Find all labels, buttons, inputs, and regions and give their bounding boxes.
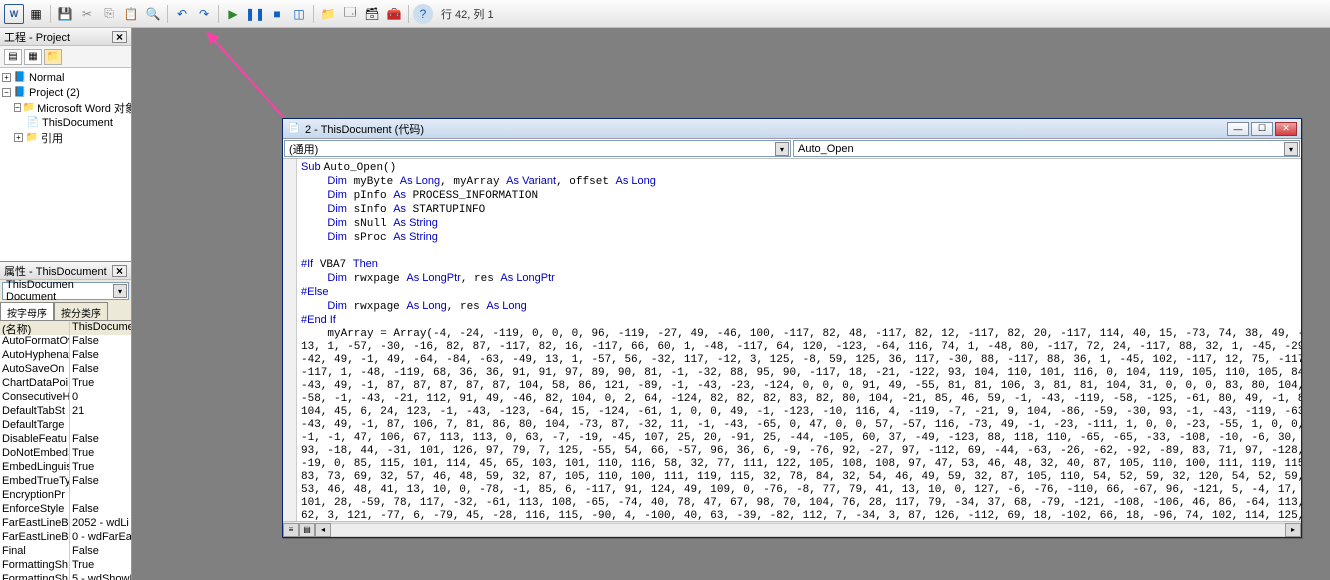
view-icon[interactable]: ▦ <box>26 4 46 24</box>
object-browser-icon[interactable]: 🗃 <box>362 4 382 24</box>
tree-references[interactable]: +📁引用 <box>0 130 131 145</box>
mdi-area: 📄 2 - ThisDocument (代码) — ☐ ✕ (通用)▾ Auto… <box>132 28 1330 580</box>
properties-pane: 属性 - ThisDocument × ThisDocumen Document… <box>0 262 131 580</box>
pause-icon[interactable]: ❚❚ <box>245 4 265 24</box>
tree-normal[interactable]: +📘Normal <box>0 70 131 85</box>
tree-thisdocument[interactable]: 📄ThisDocument <box>0 115 131 130</box>
project-pane-label: 工程 - Project <box>4 29 70 45</box>
cursor-position: 行 42, 列 1 <box>441 6 494 22</box>
property-row[interactable]: DoNotEmbedSyTrue <box>0 447 131 461</box>
close-button[interactable]: ✕ <box>1275 122 1297 136</box>
code-combos: (通用)▾ Auto_Open▾ <box>283 139 1301 159</box>
property-row[interactable]: FinalFalse <box>0 545 131 559</box>
view-full-icon[interactable]: ≡ <box>283 523 299 537</box>
project-pane-tools: ▤ ▦ 📁 <box>0 46 131 68</box>
property-row[interactable]: FarEastLineB0 - wdFarEa <box>0 531 131 545</box>
property-row[interactable]: EncryptionPr <box>0 489 131 503</box>
view-proc-icon[interactable]: ▤ <box>299 523 315 537</box>
redo-icon[interactable]: ↷ <box>194 4 214 24</box>
properties-icon[interactable]: 🗔 <box>340 4 360 24</box>
property-row[interactable]: ChartDataPoiTrue <box>0 377 131 391</box>
property-row[interactable]: AutoFormatOvFalse <box>0 335 131 349</box>
code-window-titlebar[interactable]: 📄 2 - ThisDocument (代码) — ☐ ✕ <box>283 119 1301 139</box>
property-row[interactable]: AutoHyphenatFalse <box>0 349 131 363</box>
procedure-combo[interactable]: Auto_Open▾ <box>793 140 1300 157</box>
property-row[interactable]: EmbedTrueTypFalse <box>0 475 131 489</box>
project-pane-close[interactable]: × <box>112 31 127 43</box>
properties-object-combo[interactable]: ThisDocumen Document ▾ <box>2 282 129 300</box>
property-row[interactable]: EnforceStyleFalse <box>0 503 131 517</box>
project-pane-title: 工程 - Project × <box>0 28 131 46</box>
find-icon[interactable]: 🔍 <box>143 4 163 24</box>
module-icon: 📄 <box>287 122 301 136</box>
tab-categorized[interactable]: 按分类序 <box>54 302 108 320</box>
folder-icon[interactable]: 📁 <box>44 49 62 65</box>
chevron-down-icon[interactable]: ▾ <box>775 142 789 156</box>
project-explorer-icon[interactable]: 📁 <box>318 4 338 24</box>
code-editor[interactable]: Sub Auto_Open() Dim myByte As Long, myAr… <box>297 159 1301 521</box>
code-margin <box>283 159 297 521</box>
chevron-down-icon[interactable]: ▾ <box>1284 142 1298 156</box>
view-code-icon[interactable]: ▤ <box>4 49 22 65</box>
properties-pane-close[interactable]: × <box>112 265 127 277</box>
scroll-left-icon[interactable]: ◂ <box>315 523 331 537</box>
cut-icon[interactable]: ✂ <box>77 4 97 24</box>
code-window: 📄 2 - ThisDocument (代码) — ☐ ✕ (通用)▾ Auto… <box>282 118 1302 538</box>
tree-project2[interactable]: −📘Project (2) <box>0 85 131 100</box>
scroll-right-icon[interactable]: ▸ <box>1285 523 1301 537</box>
view-object-icon[interactable]: ▦ <box>24 49 42 65</box>
property-row[interactable]: AutoSaveOnFalse <box>0 363 131 377</box>
tree-word-objects[interactable]: −📁Microsoft Word 对象 <box>0 100 131 115</box>
copy-icon[interactable]: ⎘ <box>99 4 119 24</box>
toolbox-icon[interactable]: 🧰 <box>384 4 404 24</box>
maximize-button[interactable]: ☐ <box>1251 122 1273 136</box>
tab-alphabetic[interactable]: 按字母序 <box>0 302 54 320</box>
minimize-button[interactable]: — <box>1227 122 1249 136</box>
undo-icon[interactable]: ↶ <box>172 4 192 24</box>
left-column: 工程 - Project × ▤ ▦ 📁 +📘Normal −📘Project … <box>0 28 132 580</box>
object-combo[interactable]: (通用)▾ <box>284 140 791 157</box>
save-icon[interactable]: 💾 <box>55 4 75 24</box>
run-icon[interactable]: ▶ <box>223 4 243 24</box>
properties-pane-label: 属性 - ThisDocument <box>4 263 107 279</box>
property-row[interactable]: (名称)ThisDocument <box>0 321 131 335</box>
property-row[interactable]: DefaultTabSt21 <box>0 405 131 419</box>
property-row[interactable]: FarEastLineB2052 - wdLi <box>0 517 131 531</box>
properties-tabs: 按字母序 按分类序 <box>0 302 131 320</box>
chevron-down-icon[interactable]: ▾ <box>113 284 127 298</box>
main-area: 工程 - Project × ▤ ▦ 📁 +📘Normal −📘Project … <box>0 28 1330 580</box>
property-row[interactable]: FormattingSh5 - wdShowFi <box>0 573 131 580</box>
properties-grid[interactable]: (名称)ThisDocumentAutoFormatOvFalseAutoHyp… <box>0 320 131 580</box>
property-row[interactable]: DefaultTarge <box>0 419 131 433</box>
help-icon[interactable]: ? <box>413 4 433 24</box>
properties-pane-title: 属性 - ThisDocument × <box>0 262 131 280</box>
stop-icon[interactable]: ■ <box>267 4 287 24</box>
project-tree[interactable]: +📘Normal −📘Project (2) −📁Microsoft Word … <box>0 68 131 262</box>
property-row[interactable]: EmbedLinguisTrue <box>0 461 131 475</box>
main-toolbar: W ▦ 💾 ✂ ⎘ 📋 🔍 ↶ ↷ ▶ ❚❚ ■ ◫ 📁 🗔 🗃 🧰 ? 行 4… <box>0 0 1330 28</box>
scrollbar-horizontal[interactable]: ≡ ▤ ◂ ▸ <box>283 521 1301 537</box>
paste-icon[interactable]: 📋 <box>121 4 141 24</box>
code-window-title: 2 - ThisDocument (代码) <box>305 121 424 137</box>
word-icon[interactable]: W <box>4 4 24 24</box>
property-row[interactable]: FormattingShTrue <box>0 559 131 573</box>
property-row[interactable]: DisableFeatuFalse <box>0 433 131 447</box>
property-row[interactable]: ConsecutiveH0 <box>0 391 131 405</box>
design-icon[interactable]: ◫ <box>289 4 309 24</box>
